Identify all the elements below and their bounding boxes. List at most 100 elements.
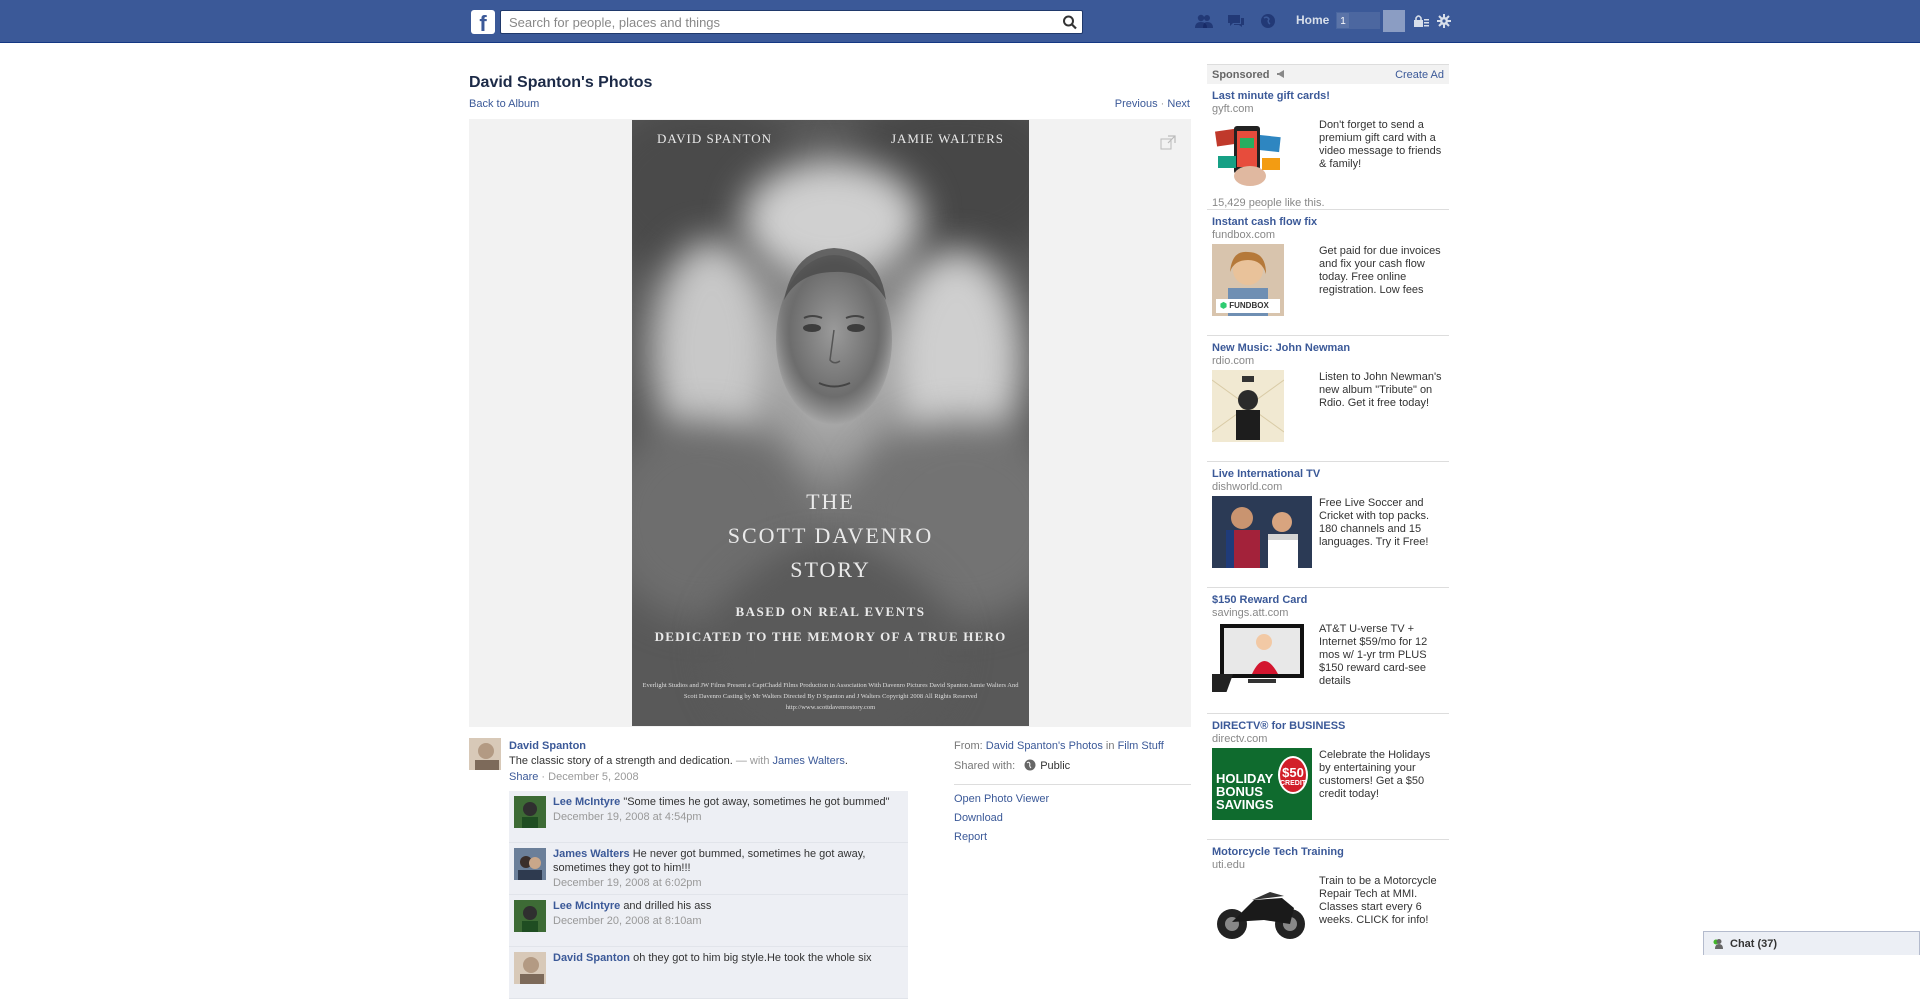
- ad-title[interactable]: Last minute gift cards!: [1212, 90, 1330, 102]
- owner-avatar[interactable]: [469, 738, 501, 770]
- search-input[interactable]: [501, 11, 1056, 33]
- ad-body: Listen to John Newman's new album "Tribu…: [1319, 371, 1442, 409]
- sponsored-label: Sponsored: [1212, 69, 1286, 81]
- ad-item[interactable]: Instant cash flow fix fundbox.com ⬢ FUND…: [1207, 210, 1449, 336]
- from-row: From: David Spanton's Photos in Film Stu…: [954, 740, 1191, 759]
- sponsored-header: Sponsored Create Ad: [1207, 64, 1449, 84]
- ad-title[interactable]: Instant cash flow fix: [1212, 216, 1317, 228]
- report-link[interactable]: Report: [954, 831, 1049, 850]
- comment-author-link[interactable]: Lee McIntyre: [553, 796, 620, 808]
- folder-link[interactable]: Film Stuff: [1118, 740, 1164, 752]
- caption-text: The classic story of a strength and dedi…: [509, 755, 733, 767]
- comment-text: "Some times he got away, sometimes he go…: [623, 796, 890, 808]
- comment-item: Lee McIntyre "Some times he got away, so…: [509, 791, 908, 843]
- commenter-avatar[interactable]: [514, 848, 546, 880]
- ad-item[interactable]: New Music: John Newman rdio.com Listen t…: [1207, 336, 1449, 462]
- commenter-avatar[interactable]: [514, 952, 546, 984]
- from-label: From:: [954, 740, 983, 752]
- profile-thumbnail[interactable]: [1383, 10, 1405, 32]
- fundbox-mark-icon: ⬢: [1220, 301, 1227, 310]
- commenter-avatar[interactable]: [514, 796, 546, 828]
- comment-timestamp[interactable]: December 19, 2008 at 6:02pm: [553, 877, 903, 889]
- comment-author-link[interactable]: Lee McIntyre: [553, 900, 620, 912]
- divider: [954, 784, 1191, 785]
- ad-domain: fundbox.com: [1212, 229, 1275, 241]
- ad-domain: uti.edu: [1212, 859, 1246, 871]
- ad-image-fundbox[interactable]: ⬢ FUNDBOX: [1212, 244, 1284, 316]
- directv-promo-text: HOLIDAY BONUS SAVINGS: [1216, 771, 1274, 812]
- poster-credits: Everlight Studios and JW Films Present a…: [642, 682, 1019, 711]
- ad-body: Train to be a Motorcycle Repair Tech at …: [1319, 875, 1437, 926]
- home-count-badge: 1: [1336, 12, 1350, 29]
- poster-actor-left: DAVID SPANTON: [657, 131, 772, 146]
- privacy-shortcuts-icon[interactable]: [1411, 13, 1431, 29]
- ad-body: Get paid for due invoices and fix your c…: [1319, 245, 1441, 296]
- home-link[interactable]: Home: [1296, 13, 1329, 27]
- settings-gear-icon[interactable]: [1434, 13, 1454, 29]
- next-photo-link[interactable]: Next: [1167, 98, 1190, 110]
- ad-domain: directv.com: [1212, 733, 1268, 745]
- poster-dedication: DEDICATED TO THE MEMORY OF A TRUE HERO: [654, 629, 1007, 644]
- friend-requests-icon[interactable]: [1194, 13, 1214, 29]
- ad-image-directv[interactable]: HOLIDAY BONUS SAVINGS $50 CREDIT: [1212, 748, 1312, 820]
- comment-author-link[interactable]: David Spanton: [553, 952, 630, 964]
- ad-title[interactable]: DIRECTV® for BUSINESS: [1212, 720, 1345, 732]
- comment-timestamp[interactable]: December 20, 2008 at 8:10am: [553, 915, 903, 927]
- ad-domain: savings.att.com: [1212, 607, 1289, 619]
- ad-likes: 15,429 people like this.: [1212, 197, 1325, 209]
- comment-item: Lee McIntyre and drilled his ass Decembe…: [509, 895, 908, 947]
- ad-item[interactable]: Live International TV dishworld.com Free…: [1207, 462, 1449, 588]
- messages-icon[interactable]: [1226, 13, 1246, 29]
- ad-body: Don't forget to send a premium gift card…: [1319, 119, 1442, 170]
- chat-person-icon: [1713, 939, 1723, 949]
- share-link[interactable]: Share: [509, 771, 538, 783]
- facebook-logo-icon[interactable]: f: [471, 10, 495, 36]
- previous-photo-link[interactable]: Previous: [1115, 98, 1158, 110]
- expand-fullscreen-icon[interactable]: [1160, 135, 1176, 151]
- ad-item[interactable]: DIRECTV® for BUSINESS directv.com HOLIDA…: [1207, 714, 1449, 840]
- page-title: David Spanton's Photos: [469, 74, 653, 91]
- tagged-person-link[interactable]: James Walters: [773, 755, 845, 767]
- ad-image-gift-cards[interactable]: [1212, 118, 1284, 190]
- megaphone-icon: [1276, 70, 1284, 78]
- ad-image-album-cover[interactable]: [1212, 370, 1284, 442]
- create-ad-link[interactable]: Create Ad: [1395, 69, 1444, 81]
- ad-image-tv[interactable]: [1212, 622, 1312, 694]
- download-link[interactable]: Download: [954, 812, 1049, 831]
- photo-actions: Open Photo Viewer Download Report: [954, 793, 1049, 850]
- comment-author-link[interactable]: James Walters: [553, 848, 630, 860]
- album-link[interactable]: David Spanton's Photos: [986, 740, 1103, 752]
- poster-subtitle: BASED ON REAL EVENTS: [735, 604, 926, 619]
- ad-domain: gyft.com: [1212, 103, 1254, 115]
- ad-domain: rdio.com: [1212, 355, 1255, 367]
- commenter-avatar[interactable]: [514, 900, 546, 932]
- open-photo-viewer-link[interactable]: Open Photo Viewer: [954, 793, 1049, 812]
- ad-title[interactable]: Motorcycle Tech Training: [1212, 846, 1344, 858]
- caption-with-prefix: — with: [732, 755, 773, 767]
- poster-actor-right: JAMIE WALTERS: [890, 131, 1004, 146]
- audience-value[interactable]: Public: [1040, 760, 1070, 772]
- chat-bar[interactable]: Chat (37): [1703, 931, 1920, 955]
- ad-body: AT&T U-verse TV + Internet $59/mo for 12…: [1319, 623, 1428, 687]
- ad-title[interactable]: Live International TV: [1212, 468, 1320, 480]
- owner-name-link[interactable]: David Spanton: [509, 740, 586, 752]
- movie-poster-photo[interactable]: DAVID SPANTON JAMIE WALTERS THE SCOTT DA…: [632, 120, 1029, 726]
- ad-item[interactable]: Motorcycle Tech Training uti.edu Train t…: [1207, 840, 1449, 966]
- ad-item[interactable]: $150 Reward Card savings.att.com AT&T U-…: [1207, 588, 1449, 714]
- top-navigation-bar: f Home 1: [0, 0, 1920, 43]
- ad-image-soccer[interactable]: [1212, 496, 1312, 568]
- ad-item[interactable]: Last minute gift cards! gyft.com Don't f…: [1207, 84, 1449, 210]
- photo-pagination: Previous · Next: [1115, 98, 1190, 110]
- nav-spacer: [1350, 12, 1380, 29]
- public-globe-icon: [1024, 759, 1036, 771]
- back-to-album-link[interactable]: Back to Album: [469, 98, 539, 110]
- comment-timestamp[interactable]: December 19, 2008 at 4:54pm: [553, 811, 903, 823]
- notifications-globe-icon[interactable]: [1258, 13, 1278, 29]
- ad-body: Celebrate the Holidays by entertaining y…: [1319, 749, 1431, 800]
- ad-title[interactable]: $150 Reward Card: [1212, 594, 1307, 606]
- comment-text: and drilled his ass: [623, 900, 712, 912]
- ad-title[interactable]: New Music: John Newman: [1212, 342, 1350, 354]
- search-icon[interactable]: [1060, 13, 1080, 31]
- ad-image-motorcycle[interactable]: [1212, 874, 1312, 946]
- ad-domain: dishworld.com: [1212, 481, 1283, 493]
